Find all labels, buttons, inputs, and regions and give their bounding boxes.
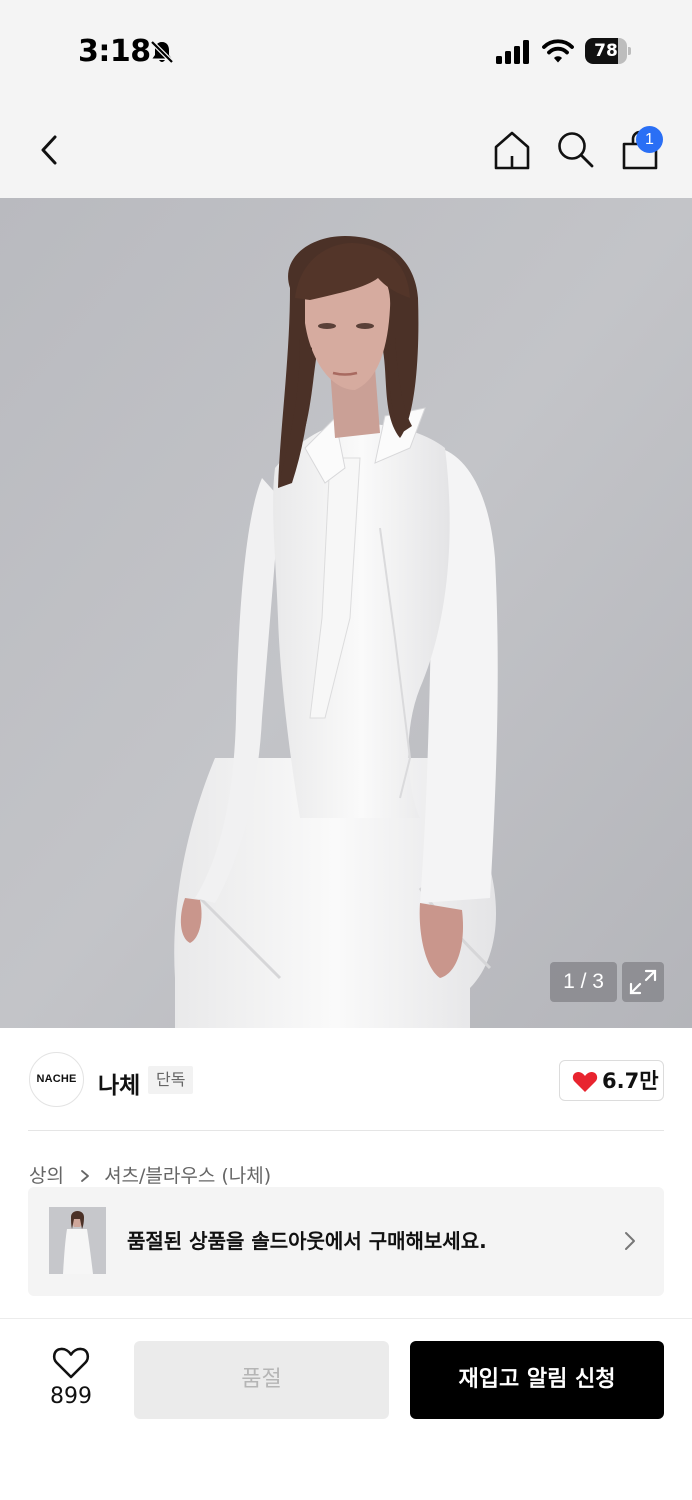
top-nav-bar [0,100,692,198]
breadcrumb: 상의 셔츠/블라우스 (나체) [29,1160,271,1190]
product-photo [0,198,692,1028]
back-button[interactable] [28,128,72,172]
exclusive-badge: 단독 [148,1066,194,1094]
heart-outline-icon [52,1347,90,1379]
product-thumbnail [49,1207,106,1274]
bell-slash-icon [150,40,174,64]
soldout-button[interactable]: 품절 [134,1341,389,1419]
heart-icon [572,1071,598,1092]
battery-icon: 78 [585,38,631,64]
soldout-banner-text: 품절된 상품을 솔드아웃에서 구매해보세요. [127,1229,487,1253]
battery-level: 78 [594,41,618,61]
search-icon [558,132,594,168]
breadcrumb-subcategory[interactable]: 셔츠/블라우스 (나체) [104,1161,271,1191]
status-time: 3:18 [78,34,151,69]
soldout-banner[interactable]: 품절된 상품을 솔드아웃에서 구매해보세요. [28,1187,664,1296]
brand-logo[interactable]: NACHE [29,1052,84,1107]
wishlist-button[interactable]: 899 [36,1344,106,1414]
brand-row: NACHE 나체 단독 6.7만 [0,1028,692,1130]
expand-icon [629,969,657,995]
home-button[interactable] [490,128,534,172]
chevron-right-icon [625,1232,635,1250]
brand-like-button[interactable]: 6.7만 [559,1060,664,1101]
divider [28,1130,664,1131]
gallery-page-indicator: 1 / 3 [550,962,617,1002]
signal-icon [496,40,529,64]
restock-alert-button[interactable]: 재입고 알림 신청 [410,1341,664,1419]
search-button[interactable] [554,128,598,172]
bottom-bar-divider [0,1318,692,1319]
brand-like-count: 6.7만 [602,1069,659,1093]
product-image-gallery[interactable]: 1 / 3 [0,198,692,1028]
wishlist-count: 899 [50,1384,92,1409]
brand-name[interactable]: 나체 [98,1066,140,1100]
chevron-right-icon [81,1169,89,1182]
wifi-icon [542,39,574,63]
cart-badge: 1 [636,126,663,153]
breadcrumb-category[interactable]: 상의 [29,1161,64,1191]
expand-button[interactable] [622,962,664,1002]
home-icon [494,131,530,170]
status-bar: 3:18 78 [0,0,692,100]
